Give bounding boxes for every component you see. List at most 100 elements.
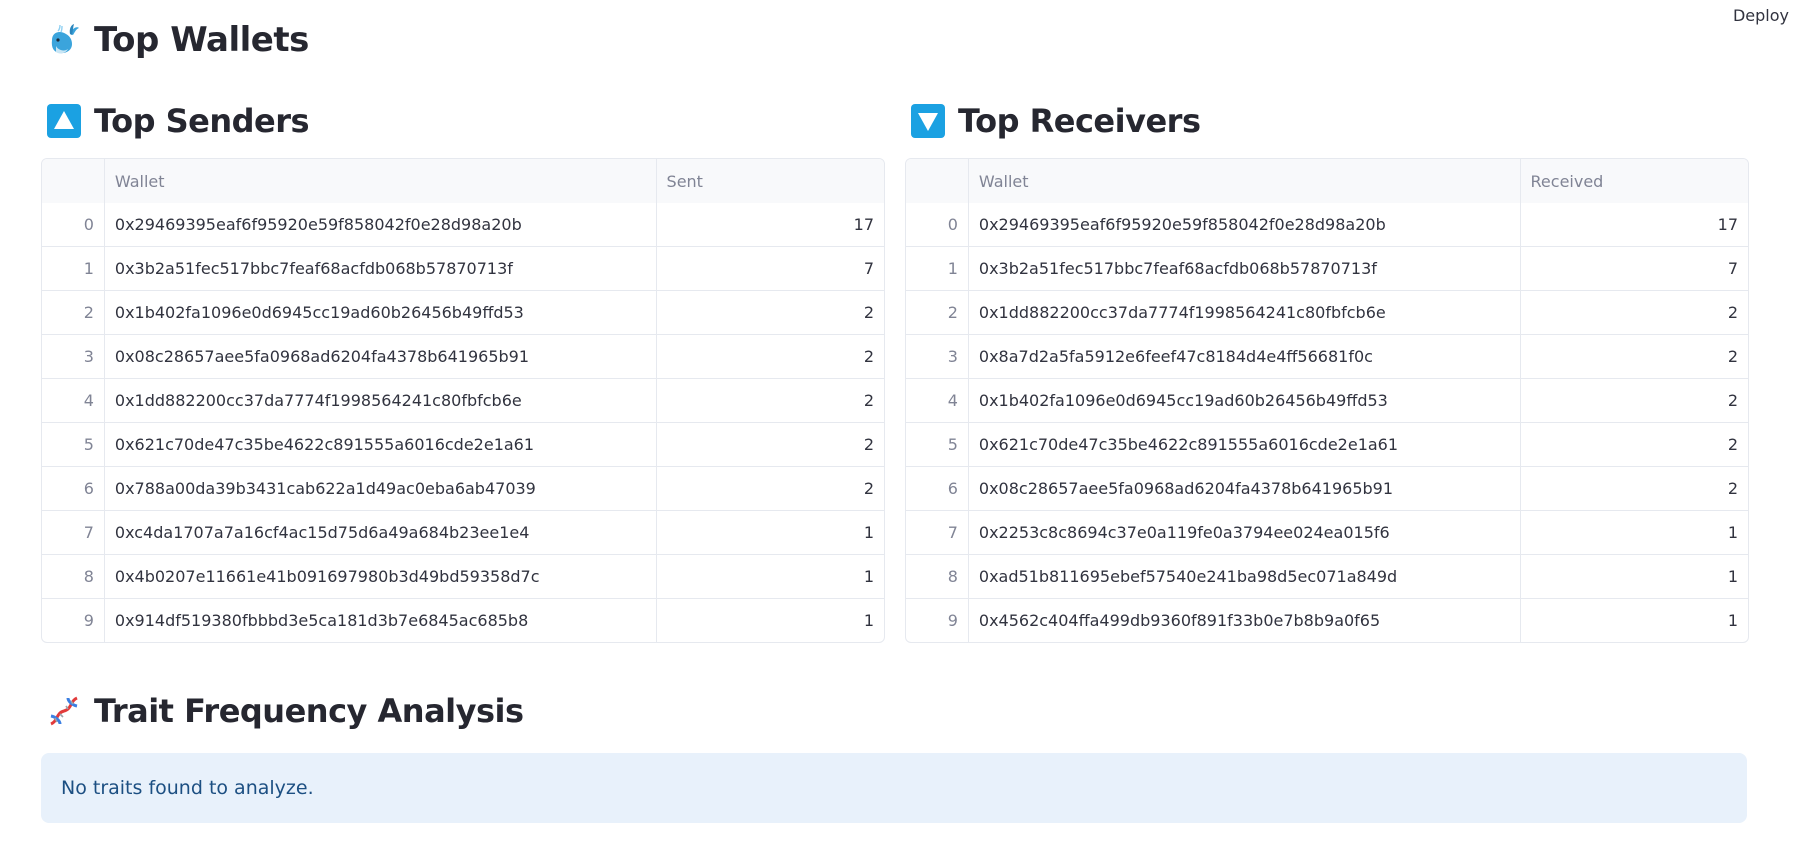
wallet-address[interactable]: 0xad51b811695ebef57540e241ba98d5ec071a84… <box>967 555 1520 598</box>
row-index[interactable]: 3 <box>42 335 104 378</box>
transfer-count[interactable]: 2 <box>1519 423 1748 466</box>
table-row[interactable]: 4 0x1b402fa1096e0d6945cc19ad60b26456b49ff… <box>906 378 1748 422</box>
transfer-count[interactable]: 1 <box>1519 511 1748 554</box>
wallet-address[interactable]: 0x08c28657aee5fa0968ad6204fa4378b641965b… <box>103 335 656 378</box>
wallet-address[interactable]: 0x3b2a51fec517bbc7feaf68acfdb068b5787071… <box>103 247 656 290</box>
row-index[interactable]: 6 <box>42 467 104 510</box>
table-row[interactable]: 0 0x29469395eaf6f95920e59f858042f0e28d98a… <box>42 203 884 246</box>
wallet-address[interactable]: 0x621c70de47c35be4622c891555a6016cde2e1a… <box>967 423 1520 466</box>
wallet-address[interactable]: 0x29469395eaf6f95920e59f858042f0e28d98a2… <box>967 203 1520 246</box>
table-row[interactable]: 8 0xad51b811695ebef57540e241ba98d5ec071a8… <box>906 554 1748 598</box>
row-index[interactable]: 5 <box>906 423 968 466</box>
wallet-address[interactable]: 0x4b0207e11661e41b091697980b3d49bd59358d… <box>103 555 656 598</box>
transfer-count[interactable]: 17 <box>1519 203 1748 246</box>
row-index[interactable]: 2 <box>42 291 104 334</box>
wallet-address[interactable]: 0x621c70de47c35be4622c891555a6016cde2e1a… <box>103 423 656 466</box>
row-index[interactable]: 7 <box>906 511 968 554</box>
wallet-address[interactable]: 0x4562c404ffa499db9360f891f33b0e7b8b9a0f… <box>967 599 1520 642</box>
row-index[interactable]: 4 <box>906 379 968 422</box>
row-index[interactable]: 7 <box>42 511 104 554</box>
deploy-button[interactable]: Deploy <box>1729 4 1793 27</box>
table-row[interactable]: 9 0x4562c404ffa499db9360f891f33b0e7b8b9a0… <box>906 598 1748 642</box>
table-row[interactable]: 2 0x1dd882200cc37da7774f1998564241c80fbfc… <box>906 290 1748 334</box>
table-row[interactable]: 0 0x29469395eaf6f95920e59f858042f0e28d98a… <box>906 203 1748 246</box>
up-arrow-button-icon <box>46 103 82 139</box>
transfer-count[interactable]: 2 <box>655 379 884 422</box>
table-row[interactable]: 3 0x08c28657aee5fa0968ad6204fa4378b641965… <box>42 334 884 378</box>
trait-analysis-title: Trait Frequency Analysis <box>94 692 524 730</box>
transfer-count[interactable]: 2 <box>655 291 884 334</box>
row-index[interactable]: 8 <box>42 555 104 598</box>
transfer-count[interactable]: 1 <box>655 599 884 642</box>
transfer-count[interactable]: 2 <box>1519 335 1748 378</box>
row-index[interactable]: 2 <box>906 291 968 334</box>
transfer-count[interactable]: 1 <box>655 555 884 598</box>
row-index[interactable]: 1 <box>906 247 968 290</box>
index-column-header[interactable] <box>42 159 104 203</box>
wallet-column-header[interactable]: Wallet <box>967 159 1520 203</box>
transfer-count[interactable]: 7 <box>655 247 884 290</box>
wallet-address[interactable]: 0x3b2a51fec517bbc7feaf68acfdb068b5787071… <box>967 247 1520 290</box>
transfer-count[interactable]: 1 <box>1519 599 1748 642</box>
wallet-address[interactable]: 0x1b402fa1096e0d6945cc19ad60b26456b49ffd… <box>103 291 656 334</box>
sent-column-header[interactable]: Sent <box>655 159 884 203</box>
senders-table[interactable]: Wallet Sent 0 0x29469395eaf6f95920e59f858… <box>41 158 885 643</box>
transfer-count[interactable]: 2 <box>1519 379 1748 422</box>
wallet-address[interactable]: 0x1dd882200cc37da7774f1998564241c80fbfcb… <box>967 291 1520 334</box>
down-arrow-button-icon <box>910 103 946 139</box>
row-index[interactable]: 9 <box>42 599 104 642</box>
row-index[interactable]: 1 <box>42 247 104 290</box>
index-column-header[interactable] <box>906 159 968 203</box>
transfer-count[interactable]: 2 <box>655 467 884 510</box>
transfer-count[interactable]: 1 <box>655 511 884 554</box>
table-row[interactable]: 2 0x1b402fa1096e0d6945cc19ad60b26456b49ff… <box>42 290 884 334</box>
wallet-address[interactable]: 0x2253c8c8694c37e0a119fe0a3794ee024ea015… <box>967 511 1520 554</box>
row-index[interactable]: 8 <box>906 555 968 598</box>
transfer-count[interactable]: 7 <box>1519 247 1748 290</box>
transfer-count[interactable]: 2 <box>1519 291 1748 334</box>
row-index[interactable]: 0 <box>906 203 968 246</box>
top-senders-heading: Top Senders <box>46 96 885 146</box>
dna-icon <box>46 693 82 729</box>
table-row[interactable]: 5 0x621c70de47c35be4622c891555a6016cde2e1… <box>42 422 884 466</box>
transfer-count[interactable]: 17 <box>655 203 884 246</box>
wallet-address[interactable]: 0xc4da1707a7a16cf4ac15d75d6a49a684b23ee1… <box>103 511 656 554</box>
transfer-count[interactable]: 2 <box>655 335 884 378</box>
trait-analysis-heading: Trait Frequency Analysis <box>46 686 524 736</box>
table-row[interactable]: 7 0x2253c8c8694c37e0a119fe0a3794ee024ea01… <box>906 510 1748 554</box>
row-index[interactable]: 9 <box>906 599 968 642</box>
wallet-column-header[interactable]: Wallet <box>103 159 656 203</box>
wallet-address[interactable]: 0x788a00da39b3431cab622a1d49ac0eba6ab470… <box>103 467 656 510</box>
table-row[interactable]: 3 0x8a7d2a5fa5912e6feef47c8184d4e4ff56681… <box>906 334 1748 378</box>
table-row[interactable]: 8 0x4b0207e11661e41b091697980b3d49bd59358… <box>42 554 884 598</box>
row-index[interactable]: 5 <box>42 423 104 466</box>
table-row[interactable]: 6 0x788a00da39b3431cab622a1d49ac0eba6ab47… <box>42 466 884 510</box>
table-row[interactable]: 7 0xc4da1707a7a16cf4ac15d75d6a49a684b23ee… <box>42 510 884 554</box>
row-index[interactable]: 0 <box>42 203 104 246</box>
wallet-address[interactable]: 0x1dd882200cc37da7774f1998564241c80fbfcb… <box>103 379 656 422</box>
table-header-row: Wallet Received <box>906 159 1748 203</box>
whale-icon <box>46 22 82 58</box>
transfer-count[interactable]: 2 <box>1519 467 1748 510</box>
wallet-address[interactable]: 0x8a7d2a5fa5912e6feef47c8184d4e4ff56681f… <box>967 335 1520 378</box>
table-row[interactable]: 5 0x621c70de47c35be4622c891555a6016cde2e1… <box>906 422 1748 466</box>
receivers-table[interactable]: Wallet Received 0 0x29469395eaf6f95920e59… <box>905 158 1749 643</box>
row-index[interactable]: 6 <box>906 467 968 510</box>
table-row[interactable]: 1 0x3b2a51fec517bbc7feaf68acfdb068b578707… <box>906 246 1748 290</box>
received-column-header[interactable]: Received <box>1519 159 1748 203</box>
table-row[interactable]: 6 0x08c28657aee5fa0968ad6204fa4378b641965… <box>906 466 1748 510</box>
row-index[interactable]: 4 <box>42 379 104 422</box>
top-receivers-section: Top Receivers Wallet Received 0 0x2946939… <box>905 96 1749 643</box>
wallet-address[interactable]: 0x914df519380fbbbd3e5ca181d3b7e6845ac685… <box>103 599 656 642</box>
wallet-address[interactable]: 0x29469395eaf6f95920e59f858042f0e28d98a2… <box>103 203 656 246</box>
wallet-address[interactable]: 0x1b402fa1096e0d6945cc19ad60b26456b49ffd… <box>967 379 1520 422</box>
table-row[interactable]: 9 0x914df519380fbbbd3e5ca181d3b7e6845ac68… <box>42 598 884 642</box>
top-receivers-heading: Top Receivers <box>910 96 1749 146</box>
transfer-count[interactable]: 2 <box>655 423 884 466</box>
transfer-count[interactable]: 1 <box>1519 555 1748 598</box>
wallet-address[interactable]: 0x08c28657aee5fa0968ad6204fa4378b641965b… <box>967 467 1520 510</box>
top-senders-section: Top Senders Wallet Sent 0 0x29469395eaf6f… <box>41 96 885 643</box>
table-row[interactable]: 1 0x3b2a51fec517bbc7feaf68acfdb068b578707… <box>42 246 884 290</box>
table-row[interactable]: 4 0x1dd882200cc37da7774f1998564241c80fbfc… <box>42 378 884 422</box>
row-index[interactable]: 3 <box>906 335 968 378</box>
